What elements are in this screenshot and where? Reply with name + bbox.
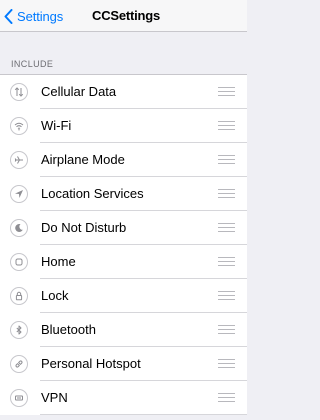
list-item-label: Home	[41, 254, 76, 269]
reorder-handle-icon[interactable]	[218, 393, 235, 402]
cellular-data-icon	[10, 83, 28, 101]
back-button-label: Settings	[17, 8, 64, 24]
list-item-label: Airplane Mode	[41, 152, 125, 167]
moon-icon	[10, 219, 28, 237]
list-item-label: Wi-Fi	[41, 118, 72, 133]
list-item-label: Location Services	[41, 186, 144, 201]
list-item-airplane-mode[interactable]: Airplane Mode	[0, 143, 247, 177]
list-item-vpn[interactable]: VPN	[0, 381, 247, 415]
airplane-icon	[10, 151, 28, 169]
page-title: CCSettings	[92, 8, 161, 23]
list-item-label: Cellular Data	[41, 84, 117, 99]
reorder-handle-icon[interactable]	[218, 325, 235, 334]
list-item-home[interactable]: Home	[0, 245, 247, 279]
lock-icon	[10, 287, 28, 305]
home-button-icon	[10, 253, 28, 271]
wifi-icon	[10, 117, 28, 135]
section-header-include: INCLUDE	[11, 59, 54, 69]
reorder-handle-icon[interactable]	[218, 189, 235, 198]
vpn-icon	[10, 389, 28, 407]
back-button[interactable]: Settings	[4, 7, 63, 25]
reorder-handle-icon[interactable]	[218, 155, 235, 164]
list-item-do-not-disturb[interactable]: Do Not Disturb	[0, 211, 247, 245]
reorder-handle-icon[interactable]	[218, 257, 235, 266]
list-item-lock[interactable]: Lock	[0, 279, 247, 313]
location-arrow-icon	[10, 185, 28, 203]
list-item-wifi[interactable]: Wi-Fi	[0, 109, 247, 143]
settings-list: Cellular Data Wi-Fi Airplane Mode Locati…	[0, 74, 247, 415]
list-item-label: Bluetooth	[41, 322, 96, 337]
link-icon	[10, 355, 28, 373]
reorder-handle-icon[interactable]	[218, 223, 235, 232]
list-item-label: Do Not Disturb	[41, 220, 127, 235]
reorder-handle-icon[interactable]	[218, 121, 235, 130]
navigation-bar: Settings CCSettings	[0, 0, 247, 32]
reorder-handle-icon[interactable]	[218, 87, 235, 96]
list-item-label: VPN	[41, 390, 68, 405]
reorder-handle-icon[interactable]	[218, 359, 235, 368]
list-item-cellular-data[interactable]: Cellular Data	[0, 75, 247, 109]
list-item-label: Lock	[41, 288, 69, 303]
bluetooth-icon	[10, 321, 28, 339]
chevron-left-icon	[4, 8, 13, 24]
reorder-handle-icon[interactable]	[218, 291, 235, 300]
list-item-bluetooth[interactable]: Bluetooth	[0, 313, 247, 347]
list-item-label: Personal Hotspot	[41, 356, 141, 371]
list-item-personal-hotspot[interactable]: Personal Hotspot	[0, 347, 247, 381]
list-item-location-services[interactable]: Location Services	[0, 177, 247, 211]
